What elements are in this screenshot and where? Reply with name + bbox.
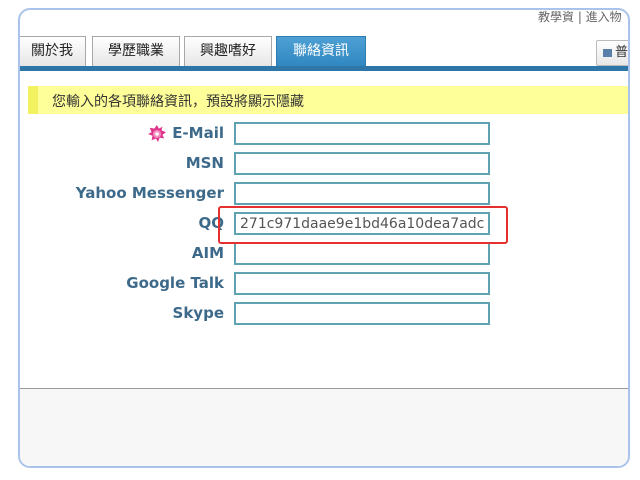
card-icon (603, 48, 612, 57)
email-field[interactable] (234, 122, 490, 145)
aim-field[interactable] (234, 242, 490, 265)
skype-label: Skype (172, 304, 224, 322)
msn-row: MSN (20, 152, 628, 176)
star-badge-icon (148, 125, 167, 143)
yahoo-messenger-field[interactable] (234, 182, 490, 205)
footer-area (20, 389, 628, 466)
contact-info-panel: 教學資 | 進入物 關於我 學歷職業 興趣嗜好 聯絡資訊 普 您輸入的各項聯絡資… (18, 8, 630, 468)
email-row: E-Mail (20, 122, 628, 146)
skype-row: Skype (20, 302, 628, 326)
yahoo-messenger-row: Yahoo Messenger (20, 182, 628, 206)
google-talk-row: Google Talk (20, 272, 628, 296)
email-label-text: E-Mail (172, 124, 224, 142)
email-label: E-Mail (148, 124, 224, 143)
tab-education-career[interactable]: 學歷職業 (92, 36, 180, 66)
skype-field[interactable] (234, 302, 490, 325)
tab-underline-bar (20, 66, 628, 71)
privacy-notice-text: 您輸入的各項聯絡資訊，預設將顯示隱藏 (52, 94, 304, 110)
tab-interests[interactable]: 興趣嗜好 (184, 36, 272, 66)
tab-bar: 關於我 學歷職業 興趣嗜好 聯絡資訊 普 (20, 36, 629, 68)
google-talk-label: Google Talk (126, 274, 224, 292)
google-talk-field[interactable] (234, 272, 490, 295)
msn-field[interactable] (234, 152, 490, 175)
profile-card-button[interactable]: 普 (596, 40, 629, 66)
top-links-text[interactable]: 教學資 | 進入物 (538, 10, 628, 25)
aim-row: AIM (20, 242, 628, 266)
profile-card-button-label: 普 (615, 45, 629, 60)
tab-about-me[interactable]: 關於我 (20, 36, 86, 66)
notice-stripe (28, 86, 38, 114)
aim-label: AIM (191, 244, 224, 262)
privacy-notice: 您輸入的各項聯絡資訊，預設將顯示隱藏 (28, 86, 628, 114)
yahoo-messenger-label: Yahoo Messenger (75, 184, 224, 202)
tab-contact-info[interactable]: 聯絡資訊 (276, 36, 366, 68)
msn-label: MSN (185, 154, 224, 172)
qq-highlight-box (218, 206, 508, 244)
